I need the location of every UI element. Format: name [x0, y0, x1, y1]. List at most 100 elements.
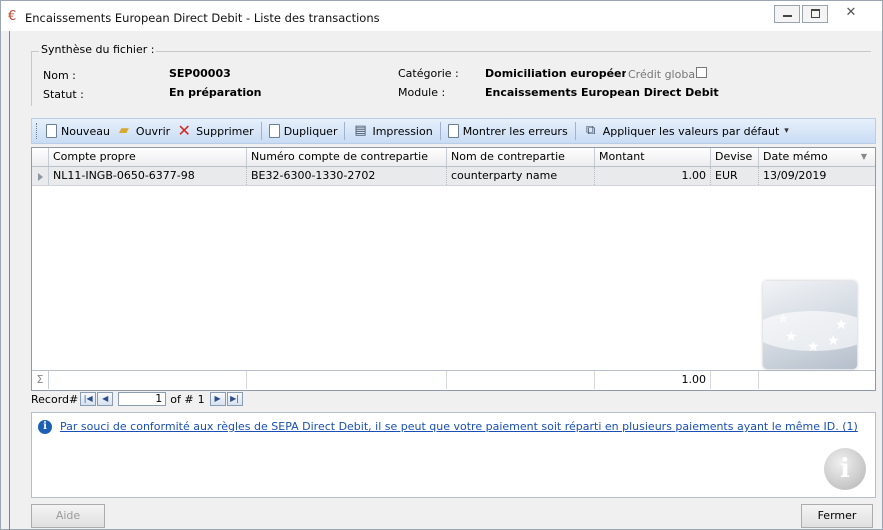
sigma-icon: Σ	[32, 371, 49, 389]
close-icon: ✕	[845, 5, 857, 20]
impression-button[interactable]: ▤ Impression	[349, 121, 435, 141]
module-value: Encaissements European Direct Debit	[485, 86, 719, 99]
toolbar: Nouveau ▰ Ouvrir ✕ Supprimer Dupliquer ▤…	[31, 118, 876, 144]
toolbar-separator	[344, 122, 346, 140]
montrer-erreurs-label: Montrer les erreurs	[462, 124, 568, 138]
close-button[interactable]: ✕	[830, 5, 872, 23]
sepa-info-link[interactable]: Par souci de conformité aux règles de SE…	[60, 420, 858, 433]
aide-button[interactable]: Aide	[31, 504, 105, 528]
toolbar-grip[interactable]	[36, 123, 39, 139]
first-record-button[interactable]: |◀	[80, 392, 97, 406]
minimize-button[interactable]	[774, 5, 800, 23]
record-number-input[interactable]: 1	[118, 392, 167, 406]
open-folder-icon: ▰	[118, 123, 129, 138]
footer-total-montant: 1.00	[595, 371, 711, 389]
cell-nom-contrepartie[interactable]: counterparty name	[447, 167, 595, 185]
summary-legend: Synthèse du fichier :	[39, 43, 157, 56]
credit-global-label: Crédit global	[628, 68, 699, 81]
footer-cell	[49, 371, 247, 389]
nom-value: SEP00003	[169, 67, 231, 80]
supprimer-label: Supprimer	[196, 124, 254, 138]
duplicate-icon	[268, 124, 280, 138]
sort-chevron-icon: ▼	[860, 152, 867, 161]
new-document-icon	[46, 124, 57, 138]
module-label: Module :	[398, 86, 446, 99]
footer-cell	[711, 371, 759, 389]
toolbar-separator	[260, 122, 262, 140]
delete-icon: ✕	[177, 121, 191, 140]
window-title: Encaissements European Direct Debit - Li…	[25, 11, 380, 25]
toolbar-separator	[439, 122, 441, 140]
apply-defaults-icon: ⧉	[586, 123, 596, 138]
toolbar-separator	[574, 122, 576, 140]
footer-cell	[247, 371, 447, 389]
column-header-compte-propre[interactable]: Compte propre	[49, 148, 247, 166]
sigma-symbol: Σ	[36, 373, 44, 386]
column-header-nom-contrepartie[interactable]: Nom de contrepartie	[447, 148, 595, 166]
column-header-date-memo[interactable]: Date mémo ▼	[759, 148, 875, 166]
euro-icon: €	[8, 9, 17, 24]
previous-record-button[interactable]: ◀	[97, 392, 114, 406]
cell-numero-contrepartie[interactable]: BE32-6300-1330-2702	[247, 167, 447, 185]
credit-global-checkbox[interactable]	[696, 67, 707, 78]
record-navigator: Record# |◀ ◀ 1 of # 1 ▶ ▶|	[31, 391, 876, 407]
nouveau-button[interactable]: Nouveau	[43, 121, 113, 141]
next-record-button[interactable]: ▶	[209, 392, 226, 406]
categorie-value: Domiciliation européenne	[485, 67, 626, 80]
date-memo-header-label: Date mémo	[763, 150, 828, 163]
eu-flag-logo: ★ ★ ★ ★ ★	[763, 281, 857, 369]
ouvrir-button[interactable]: ▰ Ouvrir	[113, 121, 173, 141]
record-label: Record#	[31, 392, 79, 406]
star-icon: ★	[785, 329, 798, 345]
info-icon: i	[38, 420, 52, 434]
minimize-icon	[783, 15, 792, 17]
row-indicator	[32, 167, 49, 185]
printer-icon: ▤	[354, 123, 367, 138]
column-header-montant[interactable]: Montant	[595, 148, 711, 166]
cell-devise[interactable]: EUR	[711, 167, 759, 185]
dupliquer-label: Dupliquer	[283, 124, 338, 138]
montrer-erreurs-button[interactable]: Montrer les erreurs	[445, 121, 571, 141]
nom-label: Nom :	[43, 69, 76, 82]
categorie-label: Catégorie :	[398, 67, 459, 80]
star-icon: ★	[827, 333, 840, 349]
dupliquer-button[interactable]: Dupliquer	[266, 121, 341, 141]
star-icon: ★	[835, 317, 848, 333]
last-record-button[interactable]: ▶|	[226, 392, 243, 406]
appliquer-defaut-button[interactable]: ⧉ Appliquer les valeurs par défaut	[580, 121, 783, 141]
nouveau-label: Nouveau	[61, 124, 110, 138]
appliquer-defaut-label: Appliquer les valeurs par défaut	[602, 124, 780, 138]
window-edge	[9, 31, 10, 530]
transactions-grid: Compte propre Numéro compte de contrepar…	[31, 147, 876, 391]
cell-date-memo[interactable]: 13/09/2019	[759, 167, 875, 185]
table-row[interactable]: NL11-INGB-0650-6377-98 BE32-6300-1330-27…	[32, 167, 875, 186]
footer-cell	[759, 371, 875, 389]
main-window: € Encaissements European Direct Debit - …	[0, 0, 883, 530]
maximize-button[interactable]	[802, 5, 828, 23]
footer-cell	[447, 371, 595, 389]
star-icon: ★	[777, 311, 790, 327]
toolbar-overflow-icon[interactable]: ▾	[784, 126, 789, 136]
window-controls: ✕	[772, 5, 872, 23]
maximize-icon	[811, 9, 820, 18]
grid-summary-row: Σ 1.00	[32, 370, 875, 389]
info-panel: i Par souci de conformité aux règles de …	[31, 412, 876, 498]
record-total: 1	[197, 392, 205, 406]
statut-value: En préparation	[169, 86, 262, 99]
column-header-numero-contrepartie[interactable]: Numéro compte de contrepartie	[247, 148, 447, 166]
fermer-button[interactable]: Fermer	[801, 504, 873, 528]
title-bar: € Encaissements European Direct Debit - …	[1, 1, 882, 31]
ouvrir-label: Ouvrir	[135, 124, 171, 138]
impression-label: Impression	[372, 124, 433, 138]
supprimer-button[interactable]: ✕ Supprimer	[173, 121, 257, 141]
cell-montant[interactable]: 1.00	[595, 167, 711, 185]
large-info-icon: i	[824, 448, 866, 490]
row-pointer-icon	[38, 173, 43, 181]
column-header-devise[interactable]: Devise	[711, 148, 759, 166]
record-of-label: of #	[170, 392, 194, 406]
star-icon: ★	[807, 339, 820, 355]
statut-label: Statut :	[43, 88, 84, 101]
cell-compte-propre[interactable]: NL11-INGB-0650-6377-98	[49, 167, 247, 185]
grid-header: Compte propre Numéro compte de contrepar…	[32, 148, 875, 167]
header-row-indicator	[32, 148, 49, 166]
